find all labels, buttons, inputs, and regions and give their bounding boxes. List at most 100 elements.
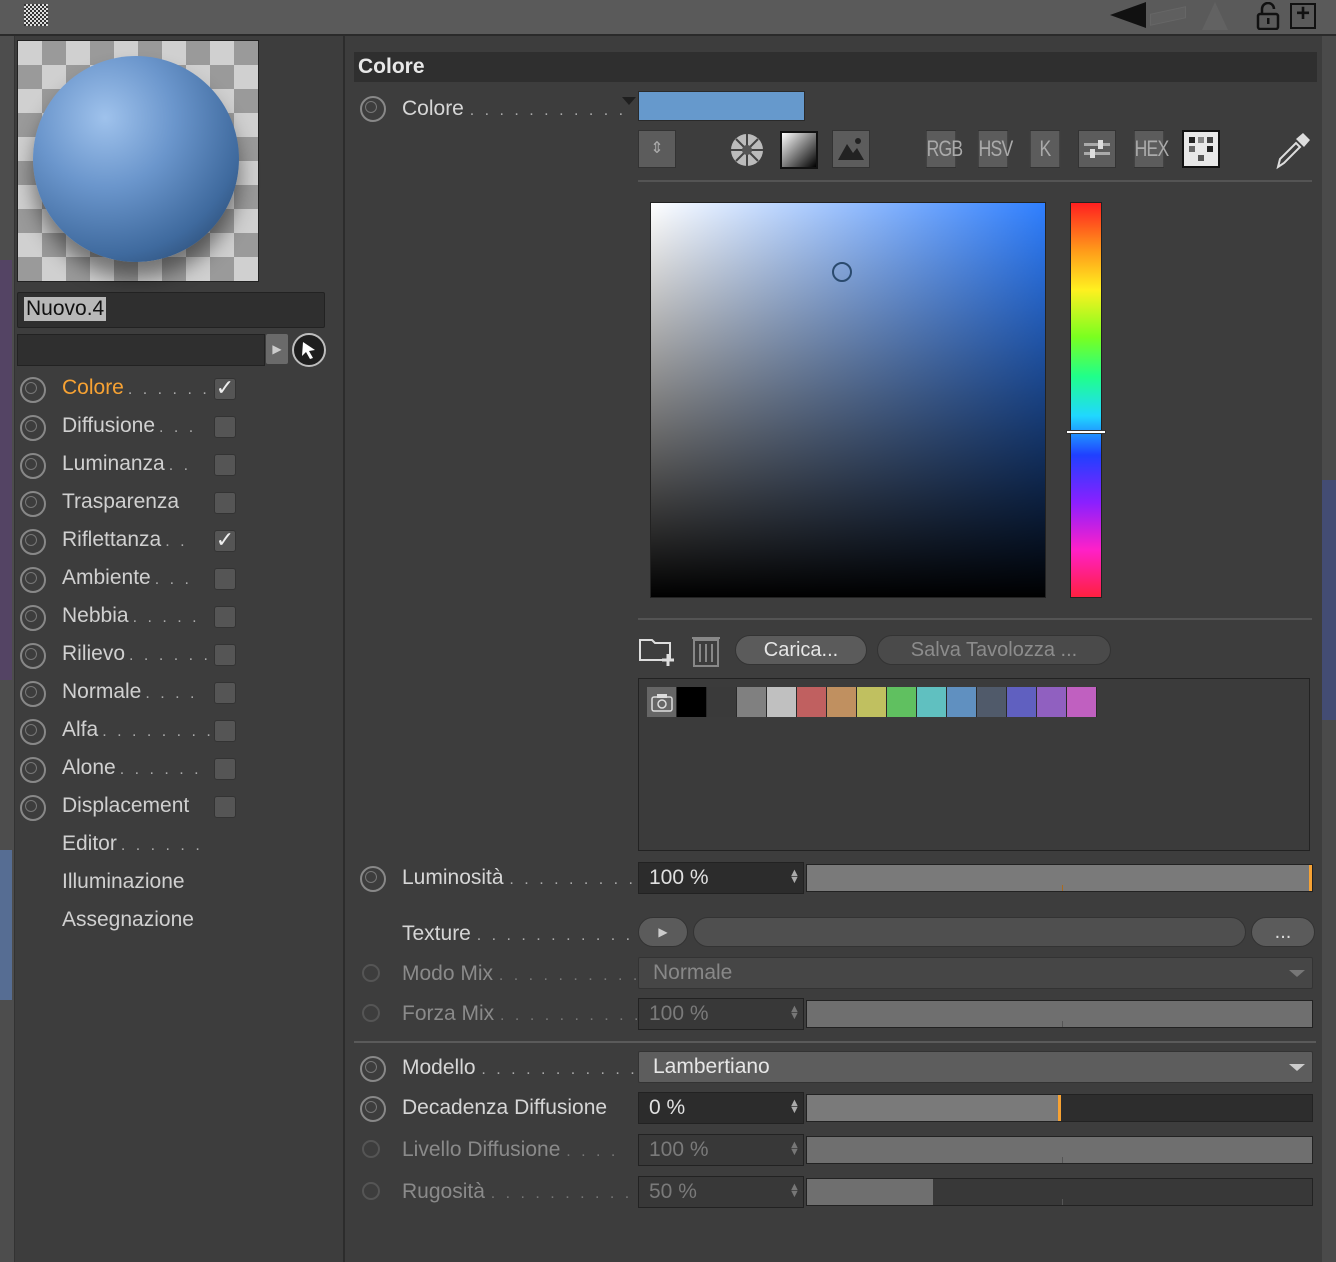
link-field[interactable] [17, 334, 265, 366]
pick-cursor-icon[interactable] [292, 333, 326, 367]
decadenza-spinner-icon[interactable]: ▲ ▼ [789, 1098, 800, 1116]
channel-item[interactable]: Illuminazione [62, 868, 189, 898]
luminosita-slider-thumb[interactable] [1309, 865, 1312, 891]
modo-mix-chevron-down-icon[interactable] [1289, 970, 1305, 977]
palette-swatch[interactable] [707, 687, 737, 717]
channel-item[interactable]: Alfa. . . . . . . . [62, 716, 214, 746]
color-expand-arrow-icon[interactable] [622, 97, 636, 105]
texture-slot[interactable] [693, 917, 1246, 947]
mixer-icon[interactable] [1078, 130, 1116, 168]
luminosita-field[interactable]: 100 % [638, 862, 804, 894]
palette-swatch[interactable] [677, 687, 707, 717]
channel-checkbox[interactable] [214, 416, 236, 438]
channel-radio[interactable] [20, 757, 46, 783]
rugosita-radio[interactable] [362, 1182, 380, 1200]
channel-checkbox-checked[interactable]: ✓ [214, 529, 236, 552]
modo-mix-radio[interactable] [362, 964, 380, 982]
palette-swatch[interactable] [1067, 687, 1097, 717]
channel-radio[interactable] [20, 415, 46, 441]
color-picker-cursor[interactable] [832, 262, 852, 282]
add-palette-folder-icon[interactable] [638, 632, 678, 668]
palette-swatch[interactable] [797, 687, 827, 717]
image-picker-icon[interactable] [832, 130, 870, 168]
palette-swatch[interactable] [917, 687, 947, 717]
luminosita-spinner-icon[interactable]: ▲ ▼ [789, 868, 800, 886]
hue-marker[interactable] [1066, 430, 1106, 434]
palette-swatch[interactable] [1007, 687, 1037, 717]
swatches-icon[interactable] [1182, 130, 1220, 168]
rugosita-field[interactable]: 50 % [638, 1176, 804, 1208]
channel-item[interactable]: Trasparenza [62, 488, 183, 518]
modello-radio[interactable] [360, 1056, 386, 1082]
spectrum-icon[interactable] [780, 131, 818, 169]
channel-radio[interactable] [20, 453, 46, 479]
livello-field[interactable]: 100 % [638, 1134, 804, 1166]
decadenza-radio[interactable] [360, 1096, 386, 1122]
decadenza-slider-thumb[interactable] [1058, 1095, 1061, 1121]
colore-radio[interactable] [360, 96, 386, 122]
channel-item[interactable]: Normale. . . . [62, 678, 197, 708]
rugosita-spinner-icon[interactable]: ▲ ▼ [789, 1182, 800, 1200]
color-swatch[interactable] [638, 91, 805, 121]
color-wheel-icon[interactable] [728, 131, 766, 169]
save-palette-button[interactable]: Salva Tavolozza ... [877, 635, 1111, 665]
material-name[interactable]: Nuovo.4 [24, 297, 107, 321]
palette-swatch[interactable] [977, 687, 1007, 717]
forza-mix-radio[interactable] [362, 1004, 380, 1022]
up-arrow-icon[interactable] [1202, 2, 1228, 30]
channel-item[interactable]: Displacement [62, 792, 193, 822]
channel-item[interactable]: Colore. . . . . . [62, 374, 210, 404]
channel-checkbox[interactable] [214, 720, 236, 742]
channel-radio[interactable] [20, 643, 46, 669]
palette-swatch[interactable] [767, 687, 797, 717]
palette-swatch[interactable] [737, 687, 767, 717]
rgb-mode-button[interactable]: RGB [925, 130, 963, 168]
channel-checkbox[interactable] [214, 682, 236, 704]
compact-icon[interactable]: ⇕ [638, 130, 676, 168]
channel-radio[interactable] [20, 377, 46, 403]
hex-mode-button[interactable]: HEX [1133, 130, 1169, 168]
channel-checkbox[interactable] [214, 758, 236, 780]
modo-mix-dropdown[interactable]: Normale [638, 957, 1313, 989]
rugosita-slider[interactable] [806, 1178, 1313, 1206]
modello-chevron-down-icon[interactable] [1289, 1064, 1305, 1071]
hsv-mode-button[interactable]: HSV [977, 130, 1013, 168]
texture-arrow-button[interactable]: ▶ [638, 917, 688, 947]
forza-mix-spinner-icon[interactable]: ▲ ▼ [789, 1004, 800, 1022]
channel-checkbox[interactable] [214, 644, 236, 666]
luminosita-slider[interactable] [806, 864, 1313, 892]
channel-radio[interactable] [20, 681, 46, 707]
palette-swatch[interactable] [857, 687, 887, 717]
channel-item[interactable]: Alone. . . . . . [62, 754, 202, 784]
channel-checkbox[interactable] [214, 568, 236, 590]
channel-item[interactable]: Luminanza. . [62, 450, 191, 480]
modello-dropdown[interactable]: Lambertiano [638, 1051, 1313, 1083]
channel-checkbox[interactable] [214, 606, 236, 628]
kelvin-mode-button[interactable]: K [1029, 130, 1061, 168]
channel-radio[interactable] [20, 567, 46, 593]
texture-more-button[interactable]: ... [1251, 917, 1315, 947]
eyedropper-icon[interactable] [1272, 131, 1312, 171]
load-palette-button[interactable]: Carica... [735, 635, 867, 665]
palette-swatch[interactable] [947, 687, 977, 717]
channel-radio[interactable] [20, 491, 46, 517]
channel-item[interactable]: Editor. . . . . . [62, 830, 203, 860]
palette-swatch[interactable] [887, 687, 917, 717]
channel-radio[interactable] [20, 719, 46, 745]
channel-checkbox-checked[interactable]: ✓ [214, 377, 236, 400]
channel-item[interactable]: Assegnazione [62, 906, 198, 936]
channel-item[interactable]: Riflettanza. . [62, 526, 188, 556]
panel-grip-icon[interactable] [24, 4, 48, 26]
livello-spinner-icon[interactable]: ▲ ▼ [789, 1140, 800, 1158]
channel-item[interactable]: Nebbia. . . . . [62, 602, 200, 632]
back-arrow-icon[interactable] [1110, 2, 1146, 28]
channel-item[interactable]: Rilievo. . . . . . [62, 640, 211, 670]
hue-slider[interactable] [1070, 202, 1102, 598]
channel-checkbox[interactable] [214, 492, 236, 514]
decadenza-field[interactable]: 0 % [638, 1092, 804, 1124]
forza-mix-slider[interactable] [806, 1000, 1313, 1028]
palette-camera-icon[interactable] [647, 687, 677, 717]
new-panel-icon[interactable]: + [1290, 2, 1316, 29]
channel-item[interactable]: Diffusione. . . [62, 412, 196, 442]
livello-slider[interactable] [806, 1136, 1313, 1164]
